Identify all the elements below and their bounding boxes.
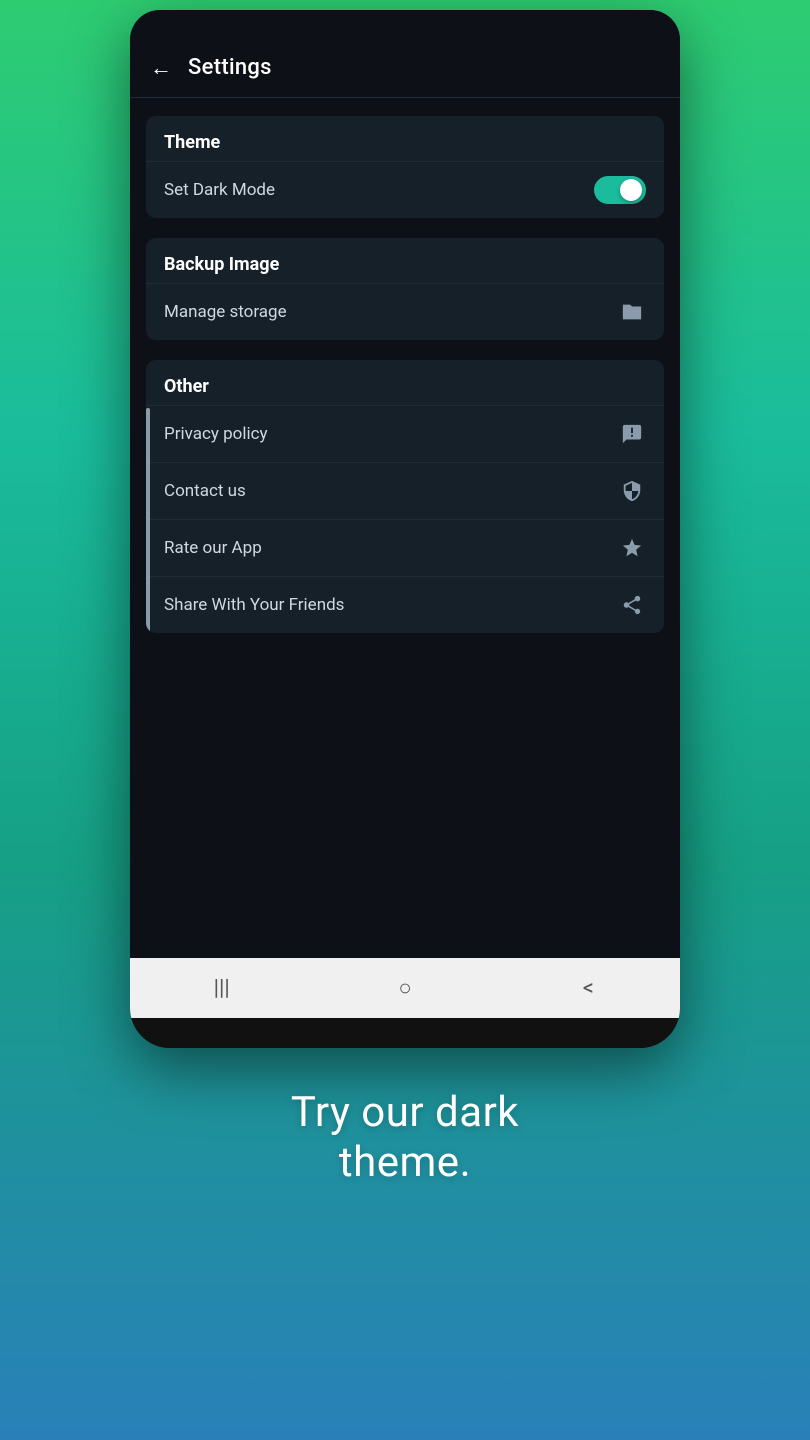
privacy-policy-item[interactable]: Privacy policy (146, 405, 664, 462)
promo-text: Try our darktheme. (291, 1088, 519, 1189)
back-button[interactable]: ← (150, 55, 172, 81)
dark-mode-toggle[interactable] (594, 176, 646, 204)
share-friends-item[interactable]: Share With Your Friends (146, 576, 664, 633)
status-bar (130, 10, 680, 38)
recents-button[interactable]: ||| (192, 968, 252, 1008)
other-card: Other Privacy policy Contact us (146, 360, 664, 633)
theme-section-title: Theme (146, 116, 664, 161)
theme-card: Theme Set Dark Mode (146, 116, 664, 218)
page-title: Settings (188, 55, 272, 80)
home-button[interactable]: ○ (375, 968, 435, 1008)
back-nav-button[interactable]: < (558, 968, 618, 1008)
star-icon (618, 534, 646, 562)
contact-us-item[interactable]: Contact us (146, 462, 664, 519)
manage-storage-label: Manage storage (164, 302, 287, 322)
share-friends-label: Share With Your Friends (164, 595, 344, 615)
contact-us-label: Contact us (164, 481, 246, 501)
privacy-policy-label: Privacy policy (164, 424, 268, 444)
nav-bar: ||| ○ < (130, 958, 680, 1018)
phone-chin (130, 1018, 680, 1048)
backup-section-title: Backup Image (146, 238, 664, 283)
settings-content: Theme Set Dark Mode Backup Image Manage … (130, 98, 680, 958)
app-header: ← Settings (130, 38, 680, 98)
toggle-knob (620, 179, 642, 201)
policy-icon (618, 420, 646, 448)
backup-card: Backup Image Manage storage (146, 238, 664, 340)
dark-mode-item[interactable]: Set Dark Mode (146, 161, 664, 218)
share-icon (618, 591, 646, 619)
rate-app-label: Rate our App (164, 538, 262, 558)
manage-storage-item[interactable]: Manage storage (146, 283, 664, 340)
shield-icon (618, 477, 646, 505)
dark-mode-label: Set Dark Mode (164, 180, 275, 200)
folder-icon (618, 298, 646, 326)
other-section-title: Other (146, 360, 664, 405)
rate-app-item[interactable]: Rate our App (146, 519, 664, 576)
